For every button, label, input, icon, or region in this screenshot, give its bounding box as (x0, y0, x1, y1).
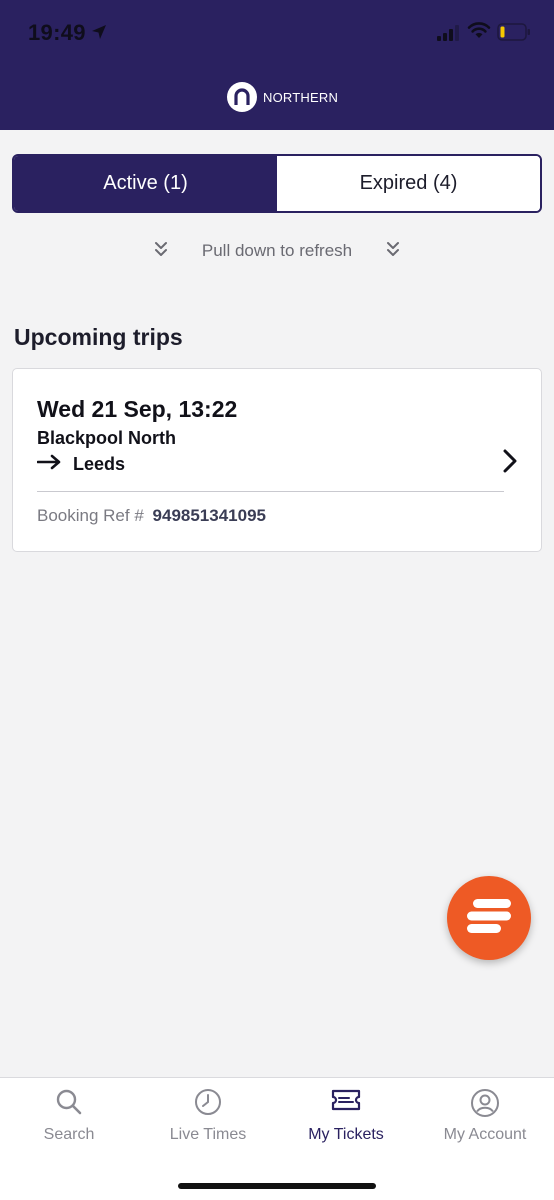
bottom-tab-bar: Search Live Times My Tickets My Account (0, 1077, 554, 1200)
tab-label: My Tickets (308, 1126, 384, 1143)
wifi-icon (467, 22, 491, 45)
home-indicator (178, 1183, 376, 1189)
tab-my-account[interactable]: My Account (416, 1078, 554, 1168)
account-icon (470, 1088, 500, 1123)
status-bar: 19:49 (0, 0, 554, 66)
refresh-hint-text: Pull down to refresh (201, 241, 353, 260)
section-title-upcoming-trips: Upcoming trips (14, 324, 183, 350)
tab-live-times[interactable]: Live Times (139, 1078, 277, 1168)
search-icon (55, 1088, 83, 1121)
brand-logo: NORTHERN (227, 82, 338, 112)
ticket-icon (331, 1088, 361, 1117)
tab-label: My Account (443, 1126, 527, 1143)
tab-search[interactable]: Search (0, 1078, 138, 1168)
cellular-signal-icon (437, 25, 461, 46)
chat-icon (461, 896, 517, 941)
trip-datetime: Wed 21 Sep, 13:22 (37, 396, 238, 422)
ticket-status-segmented-control: Active (1) Expired (4) (12, 154, 542, 213)
tab-expired-tickets[interactable]: Expired (4) (277, 156, 540, 211)
double-chevron-down-icon (153, 240, 169, 263)
trip-destination: Leeds (73, 454, 126, 474)
trip-destination-row: Leeds (36, 454, 126, 475)
booking-ref-number: 949851341095 (152, 506, 266, 525)
tab-label: Search (43, 1126, 95, 1143)
status-time: 19:49 (28, 20, 86, 45)
tab-active-tickets[interactable]: Active (1) (14, 156, 277, 211)
double-chevron-down-icon (385, 240, 401, 263)
trip-origin: Blackpool North (37, 428, 177, 448)
battery-icon (497, 23, 531, 46)
app-header: 19:49 NORTHERN (0, 0, 554, 130)
tab-label: Live Times (169, 1126, 247, 1143)
booking-reference: Booking Ref # 949851341095 (37, 506, 266, 526)
chat-fab-button[interactable] (447, 876, 531, 960)
booking-ref-label: Booking Ref # (37, 506, 144, 525)
trip-card[interactable]: Wed 21 Sep, 13:22 Blackpool North Leeds … (12, 368, 542, 552)
location-arrow-icon (90, 23, 108, 46)
chevron-right-icon[interactable] (500, 448, 520, 479)
arrow-right-icon (36, 454, 63, 475)
clock-icon (194, 1088, 222, 1121)
pull-to-refresh-hint: Pull down to refresh (0, 236, 554, 266)
brand-name: NORTHERN (263, 89, 339, 105)
tab-my-tickets[interactable]: My Tickets (277, 1078, 415, 1168)
divider (37, 491, 504, 492)
northern-logo-icon (227, 82, 257, 112)
